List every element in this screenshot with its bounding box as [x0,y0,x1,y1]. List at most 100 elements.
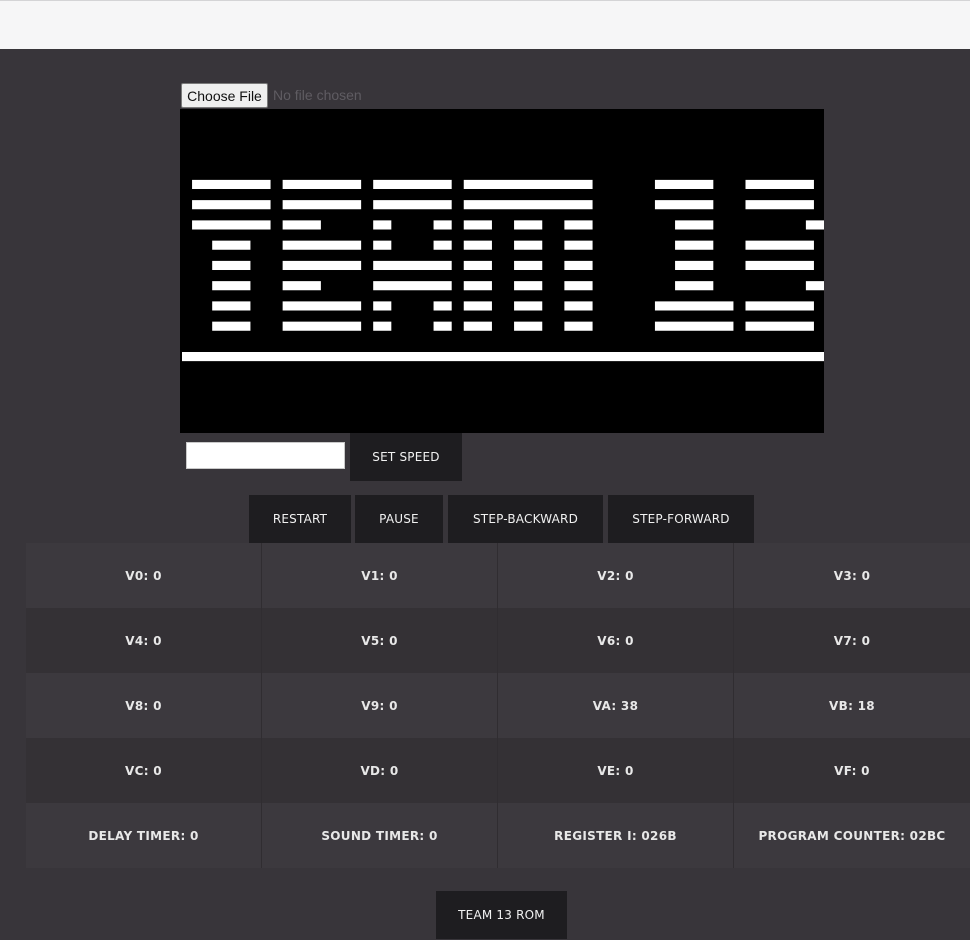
step-forward-button[interactable]: STEP-FORWARD [608,495,754,543]
register-v5: V5: 0 [262,608,498,673]
display-pixel-run [433,220,452,230]
display-pixel-run [373,220,392,230]
display-pixel-run [745,301,814,311]
display-pixel-run [463,301,492,311]
display-pixel-run [373,260,452,271]
display-pixel-run [675,240,714,250]
register-row: DELAY TIMER: 0 SOUND TIMER: 0 REGISTER I… [26,803,970,868]
register-row: V8: 0 V9: 0 VA: 38 VB: 18 [26,673,970,738]
display-pixel-run [463,321,492,331]
chip8-display [180,109,824,433]
display-pixel-run [564,281,593,291]
display-pixel-run [514,281,543,291]
display-pixel-run [745,260,814,271]
display-pixel-run [514,321,543,331]
program-counter: PROGRAM COUNTER: 02BC [758,828,946,843]
display-pixel-run [433,301,452,311]
display-background [180,109,824,433]
display-pixel-run [463,200,593,210]
display-pixel-run [212,281,251,291]
display-pixel-run [675,220,714,230]
display-pixel-run [564,220,593,230]
register-v3: V3: 0 [833,568,871,583]
display-pixel-run [282,281,321,291]
display-pixel-run [463,179,593,190]
display-pixel-run [463,260,492,271]
browser-top-bar [0,0,970,49]
register-v6: V6: 0 [498,608,734,673]
register-v2: V2: 0 [498,543,734,608]
restart-button[interactable]: RESTART [249,495,351,543]
display-pixel-run [282,179,362,190]
display-pixel-run [564,240,593,250]
display-pixel-run [564,321,593,331]
register-v1: V1: 0 [262,543,498,608]
register-v4: V4: 0 [26,608,262,673]
display-pixel-run [745,240,814,250]
display-pixel-run [654,200,714,210]
display-canvas [180,109,824,433]
display-pixel-run [564,301,593,311]
display-pixel-run [192,220,271,230]
register-v0: V0: 0 [26,543,262,608]
register-vd: VD: 0 [262,738,498,803]
register-v7: V7: 0 [833,633,871,648]
display-pixel-run [463,281,492,291]
display-pixel-run [514,220,543,230]
display-pixel-run [192,179,271,190]
display-pixel-run [514,301,543,311]
display-pixel-run [463,240,492,250]
display-pixel-run [514,260,543,271]
file-status-text: No file chosen [273,87,362,103]
display-pixel-run [212,240,251,250]
register-i: REGISTER I: 026B [498,803,734,868]
set-speed-button[interactable]: SET SPEED [350,433,462,481]
register-row: V4: 0 V5: 0 V6: 0 V7: 0 [26,608,970,673]
register-vf: VF: 0 [834,763,870,778]
display-pixel-run [745,321,814,331]
register-v8: V8: 0 [26,673,262,738]
choose-file-button[interactable]: Choose File [181,83,268,108]
display-pixel-run [212,260,251,271]
display-pixel-run [745,200,814,210]
display-pixel-run [654,321,734,331]
display-pixel-run [433,240,452,250]
display-pixel-run [805,281,824,291]
display-pixel-run [745,179,814,190]
register-va: VA: 38 [498,673,734,738]
display-pixel-run [514,240,543,250]
register-row: V0: 0 V1: 0 V2: 0 V3: 0 [26,543,970,608]
display-pixel-run [654,179,714,190]
display-pixel-run [373,321,392,331]
display-pixel-run [212,301,251,311]
display-pixel-run [564,260,593,271]
sound-timer: SOUND TIMER: 0 [262,803,498,868]
display-pixel-run [282,321,362,331]
display-pixel-run [433,321,452,331]
register-vc: VC: 0 [26,738,262,803]
display-pixel-run [282,301,362,311]
display-pixel-run [373,301,392,311]
register-v9: V9: 0 [262,673,498,738]
display-pixel-run [182,352,824,362]
register-ve: VE: 0 [498,738,734,803]
step-backward-button[interactable]: STEP-BACKWARD [448,495,603,543]
display-pixel-run [373,200,452,210]
display-pixel-run [675,281,714,291]
display-pixel-run [282,260,362,271]
team-13-rom-button[interactable]: TEAM 13 ROM [436,891,567,939]
display-pixel-run [373,281,452,291]
display-pixel-run [282,200,362,210]
display-pixel-run [654,301,734,311]
delay-timer: DELAY TIMER: 0 [26,803,262,868]
register-row: VC: 0 VD: 0 VE: 0 VF: 0 [26,738,970,803]
display-pixel-run [805,220,824,230]
display-pixel-run [373,240,392,250]
display-pixel-run [675,260,714,271]
speed-input[interactable] [186,442,345,469]
register-table: V0: 0 V1: 0 V2: 0 V3: 0 V4: 0 V5: 0 V6: … [26,543,970,870]
pause-button[interactable]: PAUSE [355,495,443,543]
display-pixel-run [282,220,321,230]
display-pixel-run [192,200,271,210]
display-pixel-run [282,240,362,250]
